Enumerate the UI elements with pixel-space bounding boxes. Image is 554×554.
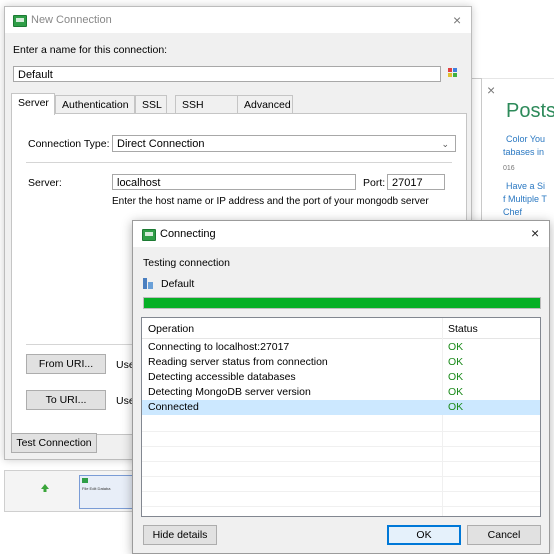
test-connection-button[interactable]: Test Connection [11, 433, 97, 453]
close-icon[interactable]: × [531, 225, 539, 241]
operation-cell: Connecting to localhost:27017 [148, 341, 290, 353]
app-icon [82, 478, 88, 483]
tab-ssl[interactable]: SSL [135, 95, 167, 114]
tab-ssh-tunnel[interactable]: SSH Tunnel [175, 95, 241, 129]
blog-post-link[interactable]: Have a Si [506, 181, 545, 191]
server-hint: Enter the host name or IP address and th… [112, 196, 429, 207]
from-uri-button[interactable]: From URI... [26, 354, 106, 374]
connection-name: Default [161, 278, 195, 290]
operation-cell: Connected [148, 401, 199, 413]
column-header-operation[interactable]: Operation [148, 323, 194, 335]
app-icon [142, 229, 156, 241]
cancel-button[interactable]: Cancel [467, 525, 541, 545]
column-header-status[interactable]: Status [448, 323, 478, 335]
tab-authentication[interactable]: Authentication [55, 95, 135, 114]
status-cell: OK [448, 356, 464, 368]
server-label: Server: [28, 177, 62, 189]
name-label: Enter a name for this connection: [13, 44, 168, 56]
to-uri-button[interactable]: To URI... [26, 390, 106, 410]
hide-details-button[interactable]: Hide details [143, 525, 217, 545]
grid-line [142, 476, 540, 477]
port-input[interactable]: 27017 [387, 174, 445, 190]
grid-line [142, 446, 540, 447]
testing-connection-label: Testing connection [143, 257, 230, 269]
blog-post-link[interactable]: tabases in [503, 147, 544, 157]
connection-type-select[interactable]: Direct Connection ⌄ [112, 135, 456, 152]
status-cell: OK [448, 371, 464, 383]
grid-line [142, 491, 540, 492]
operations-list[interactable]: Operation Status Connecting to localhost… [141, 317, 541, 517]
table-row[interactable]: Connecting to localhost:27017 OK [142, 340, 540, 355]
background-window-header [470, 10, 554, 79]
database-icon [143, 278, 153, 289]
table-row[interactable]: Detecting MongoDB server version OK [142, 385, 540, 400]
operation-cell: Reading server status from connection [148, 356, 328, 368]
grid-line [142, 461, 540, 462]
connection-type-value: Direct Connection [117, 138, 205, 150]
connection-name-input[interactable]: Default [13, 66, 441, 82]
status-cell: OK [448, 341, 464, 353]
status-cell: OK [448, 401, 464, 413]
grid-line [142, 431, 540, 432]
blog-post-link[interactable]: Chef [503, 207, 522, 217]
connection-type-label: Connection Type: [28, 138, 110, 150]
up-arrow-icon [41, 483, 49, 492]
thumbnail-menu: File Edit Databa [82, 486, 111, 491]
operation-cell: Detecting accessible databases [148, 371, 296, 383]
tab-server[interactable]: Server [11, 93, 55, 115]
table-row[interactable]: Detecting accessible databases OK [142, 370, 540, 385]
blog-post-link[interactable]: Color You [506, 134, 545, 144]
thumbnail-window: File Edit Databa [79, 475, 137, 509]
title-bar: Connecting × [133, 221, 549, 247]
connecting-dialog: Connecting × Testing connection Default … [132, 220, 550, 554]
close-icon[interactable]: × [453, 12, 461, 28]
divider [26, 162, 452, 163]
close-icon[interactable]: × [487, 82, 495, 98]
window-title: Connecting [160, 228, 216, 240]
status-cell: OK [448, 386, 464, 398]
grid-line [142, 506, 540, 507]
operation-cell: Detecting MongoDB server version [148, 386, 311, 398]
ok-button[interactable]: OK [387, 525, 461, 545]
window-title: New Connection [31, 14, 112, 26]
server-host-input[interactable]: localhost [112, 174, 356, 190]
color-picker-icon[interactable] [447, 67, 459, 79]
app-thumbnail[interactable]: File Edit Databa [4, 470, 137, 512]
app-icon [13, 15, 27, 27]
blog-posts-heading: Posts [506, 100, 554, 122]
table-row[interactable]: Reading server status from connection OK [142, 355, 540, 370]
list-header: Operation Status [142, 318, 540, 339]
title-bar: New Connection × [5, 7, 471, 33]
port-label: Port: [363, 177, 386, 189]
table-row-selected[interactable]: Connected OK [142, 400, 540, 415]
blog-post-link[interactable]: f Multiple T [503, 194, 547, 204]
progress-bar [143, 297, 541, 309]
chevron-down-icon: ⌄ [441, 139, 449, 149]
tab-advanced[interactable]: Advanced [237, 95, 293, 114]
blog-post-date: 016 [503, 165, 515, 172]
